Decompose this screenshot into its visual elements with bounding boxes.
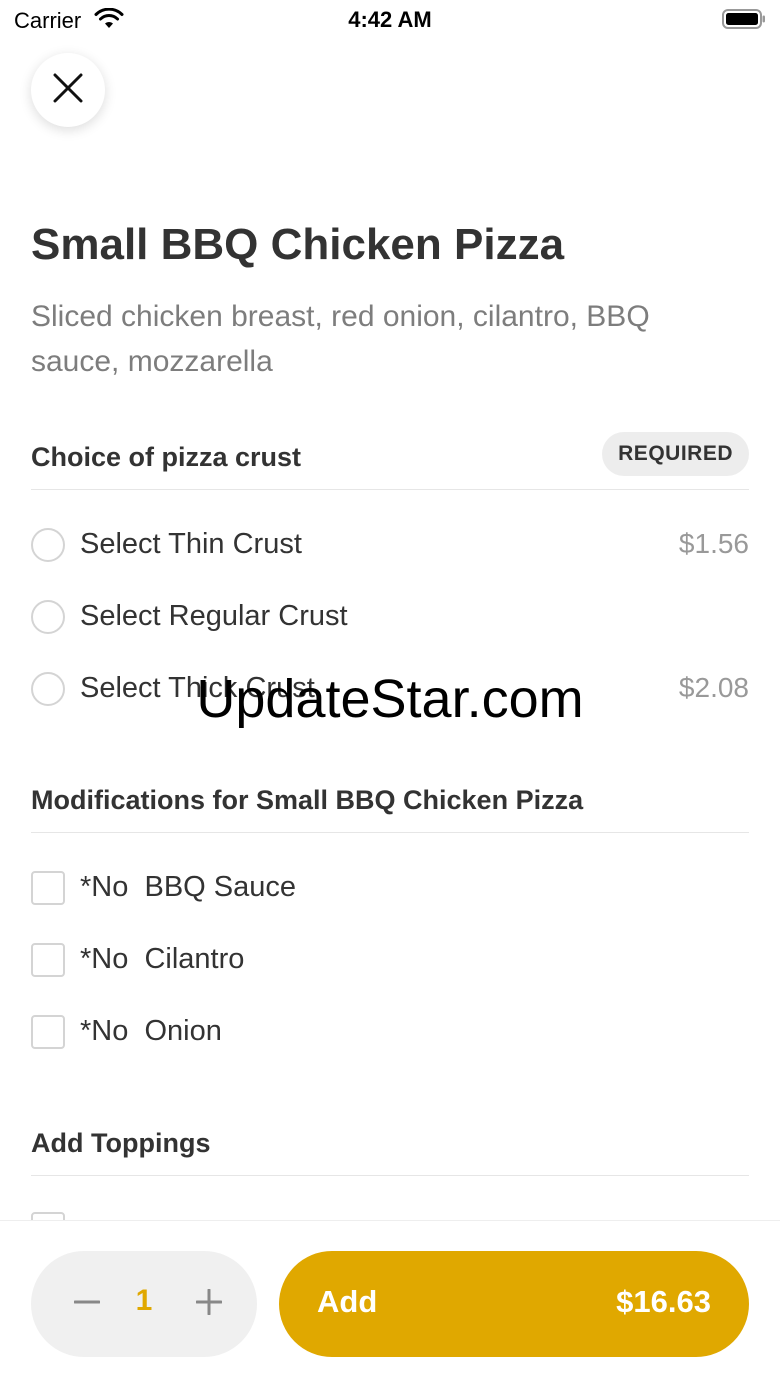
checkbox[interactable]: [31, 943, 65, 977]
add-button-label: Add: [317, 1284, 378, 1319]
modifications-section-title: Modifications for Small BBQ Chicken Pizz…: [31, 785, 584, 815]
option-label: Select Thick Crust: [80, 672, 315, 704]
option-label: Select Regular Crust: [80, 600, 348, 632]
total-price: $16.63: [616, 1284, 711, 1319]
crust-section-header: Choice of pizza crust REQUIRED: [31, 432, 749, 490]
required-badge: REQUIRED: [602, 432, 749, 476]
crust-option-regular[interactable]: Select Regular Crust: [31, 592, 749, 642]
option-label: *No BBQ Sauce: [80, 871, 296, 903]
modification-no-cilantro[interactable]: *No Cilantro: [31, 935, 749, 985]
clock: 4:42 AM: [348, 7, 432, 32]
close-icon: [53, 73, 83, 108]
modification-no-bbq-sauce[interactable]: *No BBQ Sauce: [31, 863, 749, 913]
radio-button[interactable]: [31, 600, 65, 634]
checkbox[interactable]: [31, 1015, 65, 1049]
radio-button[interactable]: [31, 528, 65, 562]
radio-button[interactable]: [31, 672, 65, 706]
checkbox[interactable]: [31, 871, 65, 905]
option-label: Select Thin Crust: [80, 528, 302, 560]
add-to-order-button[interactable]: Add $16.63: [279, 1251, 749, 1357]
item-title: Small BBQ Chicken Pizza: [31, 220, 565, 269]
toppings-section-title: Add Toppings: [31, 1128, 211, 1158]
crust-option-thick[interactable]: Select Thick Crust $2.08: [31, 664, 749, 714]
quantity-stepper[interactable]: 1: [31, 1251, 257, 1357]
option-price: $1.56: [678, 528, 749, 559]
crust-section-title: Choice of pizza crust: [31, 442, 302, 472]
option-price: $2.08: [678, 672, 749, 703]
modifications-section-header: Modifications for Small BBQ Chicken Pizz…: [31, 775, 749, 833]
modification-no-onion[interactable]: *No Onion: [31, 1007, 749, 1057]
plus-button[interactable]: [189, 1284, 229, 1324]
plus-icon: [195, 1288, 223, 1320]
toppings-section-header: Add Toppings: [31, 1118, 749, 1176]
battery-icon: [722, 9, 766, 29]
status-bar: Carrier 4:42 AM: [0, 0, 780, 40]
crust-option-thin[interactable]: Select Thin Crust $1.56: [31, 520, 749, 570]
option-label: *No Onion: [80, 1015, 222, 1047]
item-description: Sliced chicken breast, red onion, cilant…: [31, 300, 650, 378]
close-button[interactable]: [31, 53, 105, 127]
option-label: *No Cilantro: [80, 943, 245, 975]
